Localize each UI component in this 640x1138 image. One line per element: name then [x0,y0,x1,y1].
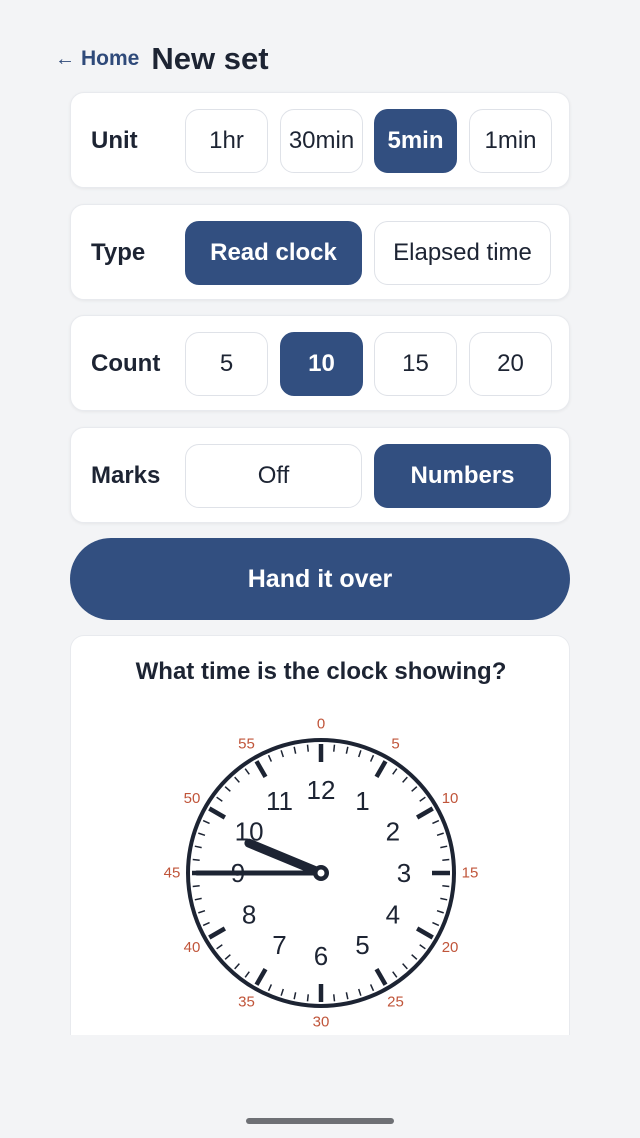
type-option-read-clock[interactable]: Read clock [185,221,362,285]
count-option-15[interactable]: 15 [374,332,457,396]
unit-option-1min[interactable]: 1min [469,109,552,173]
minute-mark-label: 35 [238,994,255,1011]
minute-mark-label: 0 [317,716,325,733]
marks-option-off[interactable]: Off [185,444,362,508]
hour-number-label: 12 [307,775,336,805]
minute-mark-label: 30 [313,1014,330,1031]
minute-tick [192,858,200,861]
minute-tick [442,885,450,888]
hour-number-label: 5 [355,930,369,960]
count-card: Count 5 10 15 20 [70,315,570,411]
minute-mark-label: 5 [391,735,399,752]
minute-mark-label: 40 [184,939,201,956]
count-option-20[interactable]: 20 [469,332,552,396]
minute-tick [333,994,336,1002]
hour-number-label: 7 [272,930,286,960]
type-card: Type Read clock Elapsed time [70,204,570,300]
unit-option-30min[interactable]: 30min [280,109,363,173]
center-pin-dot [317,869,325,877]
minute-tick [306,744,309,752]
minute-tick [333,744,336,752]
hour-number-label: 1 [355,786,369,816]
hour-number-label: 2 [386,817,400,847]
unit-option-5min[interactable]: 5min [374,109,457,173]
marks-label: Marks [91,462,161,489]
minute-mark-label: 55 [238,735,255,752]
unit-label: Unit [91,127,138,154]
hour-number-label: 3 [397,858,411,888]
minute-mark-label: 10 [442,790,459,807]
marks-card: Marks Off Numbers [70,427,570,523]
home-indicator[interactable] [246,1118,394,1124]
hour-number-label: 11 [266,786,293,816]
arrow-left-icon: ← [55,47,75,70]
hand-it-over-button[interactable]: Hand it over [70,538,570,620]
marks-option-numbers[interactable]: Numbers [374,444,551,508]
minute-mark-label: 25 [387,994,404,1011]
hour-number-label: 6 [314,941,328,971]
type-label: Type [91,239,146,266]
count-option-5[interactable]: 5 [185,332,268,396]
back-home-link[interactable]: ← Home [55,47,139,71]
header: ← Home New set [55,38,269,80]
type-option-elapsed-time[interactable]: Elapsed time [374,221,551,285]
minute-mark-label: 50 [184,790,201,807]
back-home-label: Home [81,47,140,70]
count-label: Count [91,350,161,377]
minute-tick [192,885,200,888]
minute-mark-label: 15 [462,865,479,882]
unit-option-1hr[interactable]: 1hr [185,109,268,173]
unit-card: Unit 1hr 30min 5min 1min [70,92,570,188]
hour-number-label: 8 [242,900,256,930]
hour-number-label: 4 [386,900,400,930]
clock-face: 0510152025303540455055 121234567891011 [164,716,479,1031]
minute-tick [442,858,450,861]
minute-mark-label: 20 [442,939,459,956]
minute-mark-label: 45 [164,865,181,882]
preview-card: What time is the clock showing? 0 5 10 15 20… [70,635,570,1035]
minute-tick [306,994,309,1002]
count-option-10[interactable]: 10 [280,332,363,396]
page-title: New set [151,41,269,76]
